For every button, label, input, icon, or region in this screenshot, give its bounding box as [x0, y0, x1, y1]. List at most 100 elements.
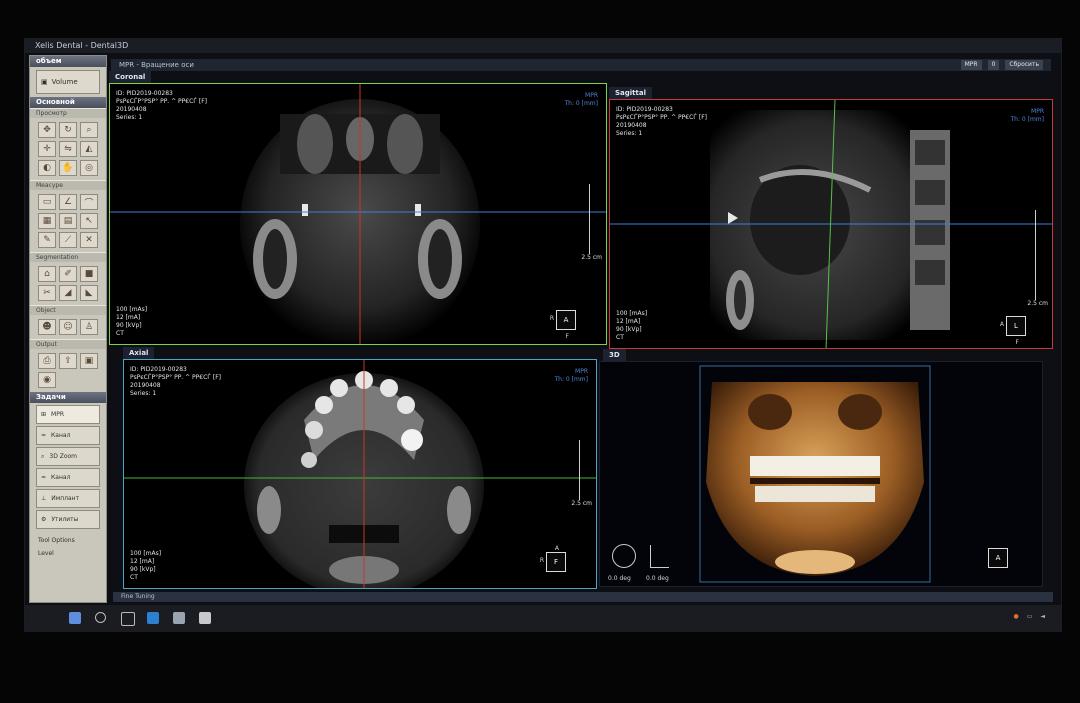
mpr-select[interactable]: MPR — [960, 60, 982, 70]
scale-label: 2.5 cm — [571, 500, 592, 507]
volume-icon[interactable]: ◄ — [1040, 613, 1045, 620]
scale-label: 2.5 cm — [1027, 300, 1048, 307]
app-icon[interactable] — [173, 612, 185, 624]
rotation-y-icon[interactable] — [650, 545, 669, 568]
capture-icon[interactable]: ▣ — [80, 353, 98, 369]
rotation-y-value: 0.0 deg — [646, 575, 669, 582]
sagittal-mode-info: MPR Th: 0 [mm] — [1011, 108, 1045, 124]
network-icon[interactable]: ▭ — [1027, 613, 1033, 620]
tool-sidebar: объем ▣ Volume Основной Просмотр ✥ ↻ ⌕ ✛… — [29, 55, 107, 603]
task-canal[interactable]: ≈ Канал — [36, 426, 100, 445]
task-utilities[interactable]: ⚙ Утилиты — [36, 510, 100, 529]
sagittal-viewport[interactable]: ID: PID2019-00283 РѕРєСЃР°РЅР° РР. ^ РР€… — [609, 99, 1053, 349]
mode-label: MPR — [585, 92, 598, 99]
rotate-icon[interactable]: ↻ — [59, 122, 77, 138]
delete-icon[interactable]: ✕ — [80, 232, 98, 248]
area-icon[interactable]: ▦ — [38, 213, 56, 229]
tooth-icon[interactable]: ⌂ — [38, 266, 56, 282]
export-icon[interactable]: ⇪ — [59, 353, 77, 369]
arrow-icon[interactable]: ↖ — [80, 213, 98, 229]
curve-icon[interactable]: ⌒ — [80, 194, 98, 210]
thickness-select[interactable]: 0 — [987, 60, 1000, 70]
study-date: 20190408 — [130, 382, 161, 389]
annotation-icon[interactable]: ✎ — [38, 232, 56, 248]
orientation-cube[interactable]: A — [988, 548, 1008, 568]
head-icon[interactable]: ☺ — [59, 319, 77, 335]
bust-icon[interactable]: ♙ — [80, 319, 98, 335]
orientation-cube[interactable]: A — [556, 310, 576, 330]
reset-button[interactable]: Сбросить — [1005, 60, 1043, 70]
task-canal-2[interactable]: ≈ Канал — [36, 468, 100, 487]
coronal-image — [110, 84, 606, 344]
window-level-icon[interactable]: ◐ — [38, 160, 56, 176]
patient-name: РѕРєСЃР°РЅР° РР. ^ РР€СЃ [F] — [116, 98, 208, 105]
3d-viewport[interactable]: 0.0 deg 0.0 deg A — [599, 361, 1043, 587]
coronal-title: Coronal — [109, 71, 152, 83]
task-3d-zoom[interactable]: ⌕ 3D Zoom — [36, 447, 100, 466]
contrast-icon[interactable]: ◭ — [80, 141, 98, 157]
orient-top: A — [554, 545, 559, 552]
hand-icon[interactable]: ✋ — [59, 160, 77, 176]
density-icon[interactable]: ▤ — [59, 213, 77, 229]
windows-start-icon[interactable] — [69, 612, 81, 624]
volume-label: Volume — [51, 78, 78, 86]
cd-icon[interactable]: ◉ — [38, 372, 56, 388]
move-icon[interactable]: ✛ — [38, 141, 56, 157]
modality: CT — [116, 330, 124, 337]
profile-icon[interactable]: ⟋ — [59, 232, 77, 248]
task-label: Имплант — [51, 495, 80, 502]
patient-id: ID: PID2019-00283 — [116, 90, 173, 97]
orientation-cube[interactable]: L — [1006, 316, 1026, 336]
axial-viewport[interactable]: ID: PID2019-00283 РѕРєСЃР°РЅР° РР. ^ РР€… — [123, 359, 597, 589]
task-label: 3D Zoom — [49, 453, 78, 460]
search-icon[interactable] — [95, 612, 106, 623]
scale-bar — [1035, 210, 1036, 300]
reset-view-icon[interactable]: ◎ — [80, 160, 98, 176]
flip-icon[interactable]: ⇋ — [59, 141, 77, 157]
measure-tools: ▭ ∠ ⌒ ▦ ▤ ↖ ✎ ⟋ ✕ — [30, 190, 106, 252]
task-mpr[interactable]: ⊞ MPR — [36, 405, 100, 424]
orientation-cube[interactable]: F — [546, 552, 566, 572]
tray-icon[interactable]: ● — [1013, 613, 1018, 620]
task-implant[interactable]: ⊥ Имплант — [36, 489, 100, 508]
scale-bar — [579, 440, 580, 500]
modality: CT — [130, 574, 138, 581]
mas-value: 100 [mAs] — [130, 550, 162, 557]
mpr-label: MPR - Вращение оси — [119, 61, 194, 69]
ruler-icon[interactable]: ▭ — [38, 194, 56, 210]
os-taskbar: ● ▭ ◄ — [25, 605, 1061, 631]
color-icon[interactable]: ■ — [80, 266, 98, 282]
fill-icon[interactable]: ◣ — [80, 285, 98, 301]
series: Series: 1 — [130, 390, 157, 397]
edge-browser-icon[interactable] — [147, 612, 159, 624]
mas-value: 100 [mAs] — [616, 310, 648, 317]
ma-value: 12 [mA] — [130, 558, 155, 565]
rotation-x-icon[interactable] — [612, 544, 636, 568]
ma-value: 12 [mA] — [616, 318, 641, 325]
cut-icon[interactable]: ✂ — [38, 285, 56, 301]
mpr-toolbar: MPR - Вращение оси MPR 0 Сбросить — [111, 59, 1051, 71]
angle-icon[interactable]: ∠ — [59, 194, 77, 210]
mpr-task-icon: ⊞ — [41, 411, 47, 418]
axial-patient-info: ID: PID2019-00283 РѕРєСЃР°РЅР° РР. ^ РР€… — [130, 366, 221, 398]
canal-task-icon: ≈ — [41, 432, 47, 439]
coronal-patient-info: ID: PID2019-00283 РѕРєСЃР°РЅР° РР. ^ РР€… — [116, 90, 207, 122]
brush-icon[interactable]: ✐ — [59, 266, 77, 282]
dental3d-app-icon[interactable] — [199, 612, 211, 624]
section-main: Основной — [30, 97, 106, 108]
orient-label: F — [553, 558, 559, 566]
sculpt-icon[interactable]: ◢ — [59, 285, 77, 301]
tool-options-label: Tool Options — [38, 537, 75, 544]
print-icon[interactable]: ⎙ — [38, 353, 56, 369]
axial-title: Axial — [123, 347, 155, 359]
object-tools: ☻ ☺ ♙ — [30, 315, 106, 339]
coronal-viewport[interactable]: ID: PID2019-00283 РѕРєСЃР°РЅР° РР. ^ РР€… — [109, 83, 607, 345]
app-screen: Xelis Dental - Dental3D MPR - Вращение о… — [24, 38, 1062, 632]
kvp-value: 90 [kVp] — [116, 322, 142, 329]
mas-value: 100 [mAs] — [116, 306, 148, 313]
zoom-icon[interactable]: ⌕ — [80, 122, 98, 138]
volume-button[interactable]: ▣ Volume — [36, 70, 100, 94]
skull-icon[interactable]: ☻ — [38, 319, 56, 335]
pan-icon[interactable]: ✥ — [38, 122, 56, 138]
task-view-icon[interactable] — [121, 612, 135, 626]
